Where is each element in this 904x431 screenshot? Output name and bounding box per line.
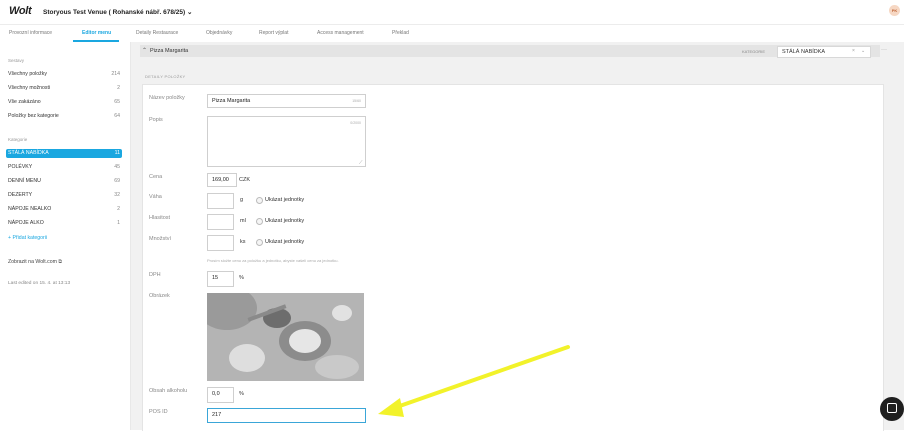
chat-icon: [887, 403, 897, 413]
annotation-arrow-icon: [378, 345, 570, 417]
